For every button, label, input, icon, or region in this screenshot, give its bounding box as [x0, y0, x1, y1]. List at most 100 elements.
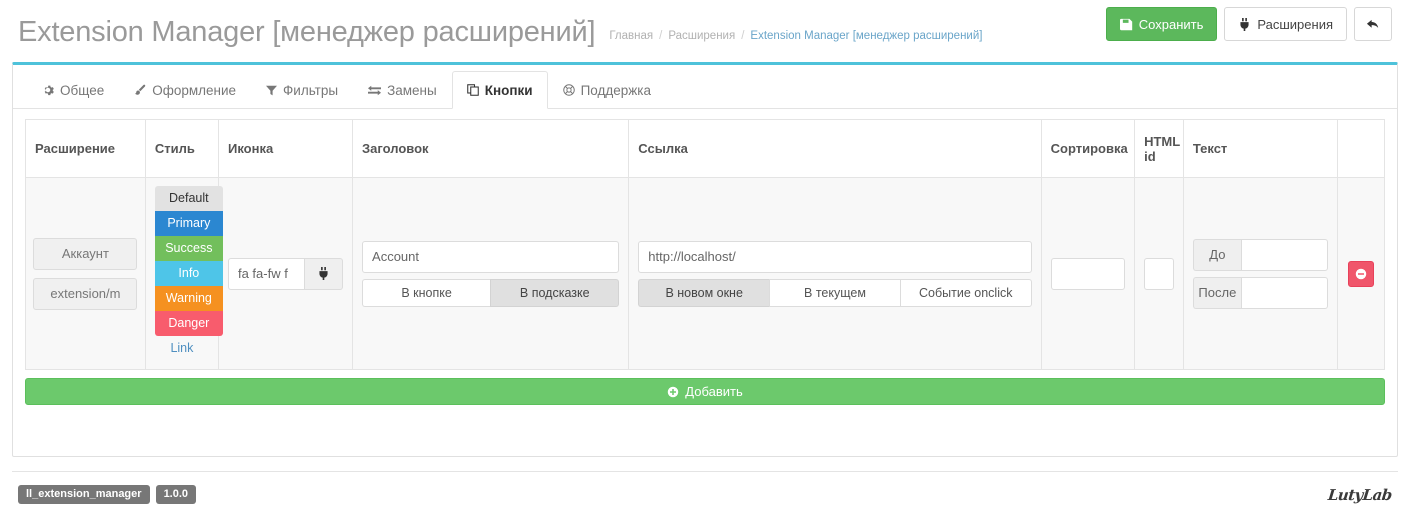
page-header: Extension Manager [менеджер расширений] …: [0, 0, 1410, 62]
caption-input[interactable]: [362, 240, 620, 273]
style-option-default[interactable]: Default: [154, 186, 223, 211]
delete-row-button[interactable]: [1348, 260, 1375, 287]
breadcrumb-item-current[interactable]: Extension Manager [менеджер расширений]: [750, 30, 982, 42]
tab-support[interactable]: Поддержка: [548, 71, 666, 109]
tab-replacements[interactable]: Замены: [353, 71, 452, 109]
extension-path-input[interactable]: [33, 277, 138, 310]
plug-icon: [1238, 17, 1251, 31]
back-button[interactable]: [1354, 7, 1392, 41]
floppy-disk-icon: [1119, 18, 1133, 31]
buttons-table-container: Расширение Стиль Иконка Заголовок Ссылка…: [13, 109, 1397, 370]
tab-replacements-label: Замены: [387, 82, 437, 98]
footer: ll_extension_manager 1.0.0 LutyLab: [12, 471, 1398, 517]
breadcrumb-separator: /: [741, 29, 745, 42]
column-header-actions: [1337, 119, 1385, 178]
text-before-input[interactable]: [1240, 238, 1329, 271]
style-selector: Default Primary Success Info Warning Dan…: [154, 186, 223, 336]
column-header-link: Ссылка: [628, 119, 1042, 178]
cell-extension: [25, 177, 146, 370]
tab-appearance[interactable]: Оформление: [119, 71, 251, 109]
plus-circle-icon: [667, 386, 679, 398]
footer-badges: ll_extension_manager 1.0.0: [18, 485, 197, 504]
main-panel: Общее Оформление Фильтры Замены Кнопки П…: [12, 62, 1398, 457]
breadcrumb-item-home[interactable]: Главная: [609, 30, 653, 42]
text-after-group: После: [1192, 276, 1329, 309]
table-header-row: Расширение Стиль Иконка Заголовок Ссылка…: [25, 119, 1385, 178]
buttons-table: Расширение Стиль Иконка Заголовок Ссылка…: [25, 119, 1385, 370]
tab-buttons-label: Кнопки: [484, 82, 533, 98]
cell-style: Default Primary Success Info Warning Dan…: [144, 177, 223, 370]
icon-picker-button[interactable]: [305, 257, 344, 290]
column-header-icon: Иконка: [217, 119, 354, 178]
save-button-label: Сохранить: [1138, 16, 1204, 32]
module-name-badge: ll_extension_manager: [18, 485, 150, 504]
caption-in-tooltip-option[interactable]: В подсказке: [490, 278, 620, 307]
save-button[interactable]: Сохранить: [1105, 7, 1218, 41]
column-header-html-id: HTML id: [1134, 119, 1184, 178]
caption-placement-toggle: В кнопке В подсказке: [362, 278, 620, 307]
icon-input-group: [227, 257, 344, 290]
minus-circle-icon: [1355, 268, 1367, 280]
icon-class-input[interactable]: [227, 257, 306, 290]
breadcrumb-separator: /: [659, 29, 663, 42]
life-ring-icon: [562, 84, 575, 96]
gear-icon: [42, 84, 54, 96]
brush-icon: [134, 84, 146, 96]
add-row-button[interactable]: Добавить: [25, 378, 1385, 405]
link-new-window-option[interactable]: В новом окне: [638, 278, 770, 307]
copy-icon: [466, 84, 479, 96]
link-same-window-option[interactable]: В текущем: [769, 278, 900, 307]
cell-icon: [217, 177, 354, 370]
undo-arrow-icon: [1366, 17, 1381, 32]
column-header-extension: Расширение: [25, 119, 146, 178]
tab-buttons[interactable]: Кнопки: [451, 71, 548, 109]
extensions-button-label: Расширения: [1257, 16, 1333, 32]
page-title: Extension Manager [менеджер расширений]: [18, 15, 596, 48]
breadcrumb-item-extensions[interactable]: Расширения: [668, 30, 735, 42]
tab-filters-label: Фильтры: [283, 82, 339, 98]
column-header-caption: Заголовок: [352, 119, 630, 178]
link-url-input[interactable]: [638, 240, 1032, 273]
text-after-input[interactable]: [1240, 276, 1329, 309]
text-before-group: До: [1192, 238, 1329, 271]
filter-icon: [266, 85, 278, 96]
tab-general-label: Общее: [60, 82, 105, 98]
link-onclick-option[interactable]: Событие onclick: [899, 278, 1032, 307]
extensions-button[interactable]: Расширения: [1224, 7, 1347, 41]
add-row-button-label: Добавить: [685, 384, 743, 399]
style-option-danger[interactable]: Danger: [154, 311, 223, 336]
cell-caption: В кнопке В подсказке: [352, 177, 630, 370]
style-option-warning[interactable]: Warning: [154, 286, 223, 311]
link-target-toggle: В новом окне В текущем Событие onclick: [638, 278, 1032, 307]
version-badge: 1.0.0: [155, 485, 197, 504]
cell-actions: [1337, 177, 1385, 370]
tab-general[interactable]: Общее: [27, 71, 119, 109]
text-before-label: До: [1192, 238, 1241, 271]
style-option-success[interactable]: Success: [154, 236, 223, 261]
style-option-link[interactable]: Link: [155, 336, 209, 361]
header-actions: Сохранить Расширения: [1105, 7, 1392, 41]
breadcrumb: Главная / Расширения / Extension Manager…: [609, 21, 982, 42]
style-option-primary[interactable]: Primary: [154, 211, 223, 236]
cell-html-id: [1134, 177, 1184, 370]
sort-order-input[interactable]: [1050, 257, 1126, 290]
column-header-text: Текст: [1182, 119, 1339, 178]
cell-link: В новом окне В текущем Событие onclick: [628, 177, 1042, 370]
vendor-logo: LutyLab: [1327, 485, 1393, 504]
tab-bar: Общее Оформление Фильтры Замены Кнопки П…: [13, 65, 1397, 109]
style-option-info[interactable]: Info: [154, 261, 223, 286]
tab-appearance-label: Оформление: [152, 82, 237, 98]
table-row: Default Primary Success Info Warning Dan…: [25, 177, 1385, 370]
tab-support-label: Поддержка: [580, 82, 651, 98]
tab-filters[interactable]: Фильтры: [251, 71, 353, 109]
extension-name-input[interactable]: [33, 237, 138, 270]
column-header-sort: Сортировка: [1040, 119, 1136, 178]
exchange-icon: [368, 84, 382, 97]
html-id-input[interactable]: [1144, 257, 1174, 290]
plug-icon: [317, 267, 330, 280]
cell-text: До После: [1182, 177, 1339, 370]
column-header-style: Стиль: [144, 119, 219, 178]
text-after-label: После: [1192, 276, 1241, 309]
cell-sort: [1040, 177, 1136, 370]
caption-in-button-option[interactable]: В кнопке: [362, 278, 491, 307]
